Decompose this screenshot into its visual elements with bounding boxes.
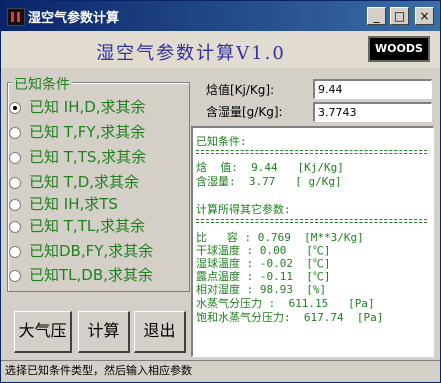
radio-tl-db[interactable]: 已知TL,DB,求其余 xyxy=(9,264,153,286)
minimize-button[interactable]: _ xyxy=(367,7,386,25)
enthalpy-input[interactable] xyxy=(313,79,432,99)
window-title: 湿空气参数计算 xyxy=(28,11,120,26)
calc-heading: 计算所得其它参数: xyxy=(196,203,291,216)
radio-icon xyxy=(9,151,21,164)
radio-t-tl[interactable]: 已知 T,TL,求其余 xyxy=(9,215,145,237)
woods-logo: WOODS xyxy=(368,36,430,62)
result-line: 饱和水蒸气分压力: 617.74 [Pa] xyxy=(196,311,384,324)
results-panel[interactable]: 已知条件: 焓 值: 9.44 [Kj/Kg] 含湿量: 3.77 [ g/Kg… xyxy=(191,126,434,357)
radio-t-fy[interactable]: 已知 T,FY,求其余 xyxy=(9,121,145,143)
radio-label: 已知DB,FY,求其余 xyxy=(29,242,154,260)
radio-t-ts[interactable]: 已知 T,TS,求其余 xyxy=(9,146,146,168)
main-window: 湿空气参数计算 _ □ × 湿空气参数计算V1.0 WOODS 已知条件 已知 … xyxy=(0,0,441,383)
app-title: 湿空气参数计算V1.0 xyxy=(96,43,286,64)
radio-icon xyxy=(9,269,21,282)
radio-label: 已知TL,DB,求其余 xyxy=(29,266,153,284)
radio-label: 已知 T,TL,求其余 xyxy=(29,217,145,235)
known-heading: 已知条件: xyxy=(196,135,247,148)
radio-label: 已知 IH,求TS xyxy=(29,195,118,213)
radio-t-d[interactable]: 已知 T,D,求其余 xyxy=(9,171,139,193)
radio-icon xyxy=(9,176,21,189)
radio-icon xyxy=(9,198,21,211)
radio-icon xyxy=(9,126,21,139)
separator-line xyxy=(196,219,427,223)
radio-label: 已知 T,D,求其余 xyxy=(29,173,140,191)
radio-icon xyxy=(9,220,21,233)
pressure-button[interactable]: 大气压 xyxy=(14,311,72,353)
exit-button[interactable]: 退出 xyxy=(134,311,186,353)
separator-line xyxy=(196,150,427,154)
radio-db-fy[interactable]: 已知DB,FY,求其余 xyxy=(9,240,153,262)
app-header: 湿空气参数计算V1.0 WOODS xyxy=(1,31,440,68)
moisture-input[interactable] xyxy=(313,102,432,122)
radio-icon xyxy=(9,245,21,258)
radio-ih-d[interactable]: 已知 IH,D,求其余 xyxy=(9,96,146,118)
status-bar: 选择已知条件类型，然后输入相应参数 xyxy=(1,360,440,382)
title-bar[interactable]: 湿空气参数计算 _ □ × xyxy=(1,1,440,31)
status-text: 选择已知条件类型，然后输入相应参数 xyxy=(5,364,192,377)
calculate-button[interactable]: 计算 xyxy=(78,311,130,353)
app-icon xyxy=(7,8,25,26)
moisture-label: 含湿量[g/Kg]: xyxy=(206,105,283,119)
enthalpy-label: 焓值[Kj/Kg]: xyxy=(206,83,275,97)
maximize-button[interactable]: □ xyxy=(390,7,409,25)
result-line: 含湿量: 3.77 [ g/Kg] xyxy=(196,175,342,188)
radio-selected-icon xyxy=(9,101,21,114)
radio-label: 已知 IH,D,求其余 xyxy=(29,98,146,116)
radio-label: 已知 T,FY,求其余 xyxy=(29,123,146,141)
radio-label: 已知 T,TS,求其余 xyxy=(29,148,147,166)
radio-ih-ts[interactable]: 已知 IH,求TS xyxy=(9,193,118,215)
known-conditions-label: 已知条件 xyxy=(12,74,72,94)
close-button[interactable]: × xyxy=(415,7,434,25)
